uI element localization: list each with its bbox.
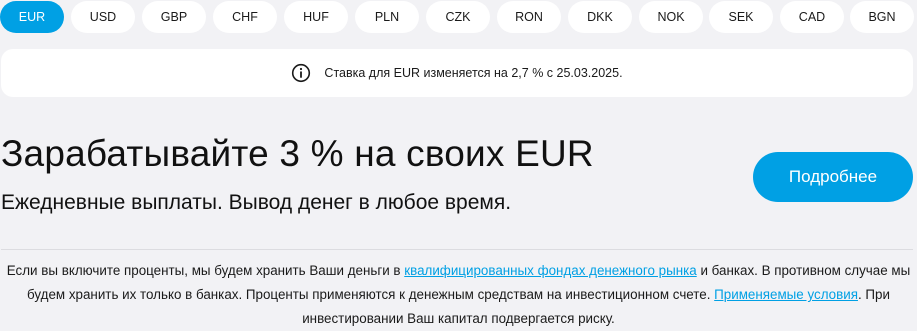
currency-tabs: EUR USD GBP CHF HUF PLN CZK RON DKK NOK … xyxy=(0,1,917,34)
rate-change-notice: Ставка для EUR изменяется на 2,7 % с 25.… xyxy=(1,49,913,97)
tab-pln[interactable]: PLN xyxy=(355,1,419,33)
promo-headline: Зарабатывайте 3 % на своих EUR xyxy=(1,133,594,174)
tab-usd[interactable]: USD xyxy=(71,1,135,33)
terms-link[interactable]: Применяемые условия xyxy=(714,287,858,302)
notice-text: Ставка для EUR изменяется на 2,7 % с 25.… xyxy=(324,66,623,80)
tab-chf[interactable]: CHF xyxy=(213,1,277,33)
disclaimer: Если вы включите проценты, мы будем хран… xyxy=(0,259,917,331)
promo-subline: Ежедневные выплаты. Вывод денег в любое … xyxy=(1,191,512,214)
info-icon xyxy=(291,63,311,83)
tab-sek[interactable]: SEK xyxy=(709,1,773,33)
divider xyxy=(1,249,913,250)
tab-ron[interactable]: RON xyxy=(497,1,561,33)
tab-dkk[interactable]: DKK xyxy=(568,1,632,33)
learn-more-button[interactable]: Подробнее xyxy=(753,152,913,202)
money-market-funds-link[interactable]: квалифицированных фондах денежного рынка xyxy=(404,263,696,278)
tab-nok[interactable]: NOK xyxy=(639,1,703,33)
tab-eur[interactable]: EUR xyxy=(0,1,64,33)
tab-huf[interactable]: HUF xyxy=(284,1,348,33)
tab-cad[interactable]: CAD xyxy=(780,1,844,33)
tab-bgn[interactable]: BGN xyxy=(850,1,914,33)
tab-gbp[interactable]: GBP xyxy=(142,1,206,33)
tab-czk[interactable]: CZK xyxy=(426,1,490,33)
disclaimer-text-1: Если вы включите проценты, мы будем хран… xyxy=(6,263,405,278)
